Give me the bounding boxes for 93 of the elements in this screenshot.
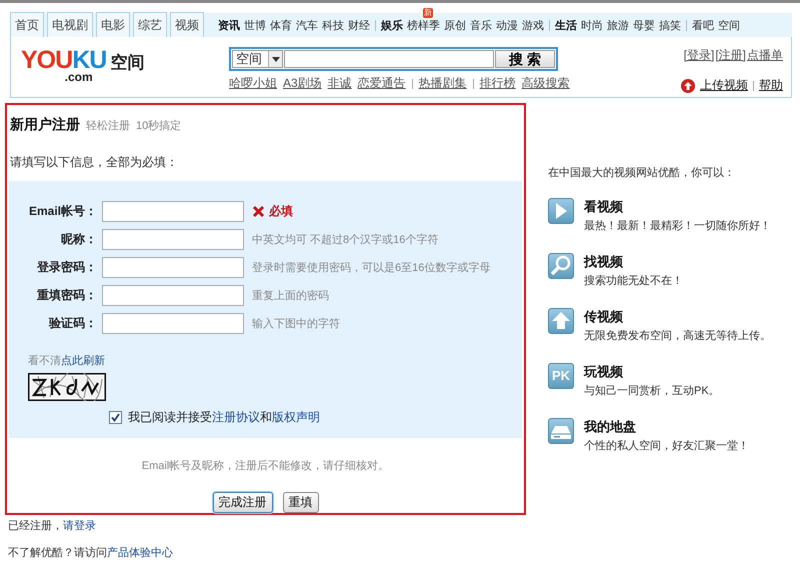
hot-link[interactable]: 哈啰小姐	[229, 75, 277, 92]
feature-title: 找视频	[584, 253, 624, 271]
agreement-link[interactable]: 注册协议	[212, 410, 260, 424]
new-badge: 新	[423, 8, 433, 18]
hot-link[interactable]: 排行榜	[480, 75, 516, 92]
channel-link[interactable]: 动漫	[496, 20, 518, 32]
channel-link[interactable]: 时尚	[581, 20, 603, 32]
field-label: Email帐号：	[28, 202, 97, 220]
field-label: 登录密码：	[36, 258, 97, 276]
feature-description: 无限免费发布空间，高速无等待上传。	[584, 328, 771, 343]
scope-dropdown[interactable]: 空间	[232, 50, 283, 68]
channel-link[interactable]: 体育	[270, 20, 292, 32]
channel-link[interactable]: 原创	[444, 20, 466, 32]
channel-link[interactable]: 资讯	[218, 20, 240, 32]
feature-title: 我的地盘	[584, 418, 637, 436]
error-x-icon	[252, 204, 265, 218]
field-hint: 重复上面的密码	[252, 288, 329, 302]
field-label: 验证码：	[48, 314, 97, 332]
pk-icon: PK	[548, 363, 574, 389]
agreement-text: 我已阅读并接受注册协议和版权声明	[128, 409, 320, 426]
input-field[interactable]	[102, 312, 244, 334]
footer-text: 已经注册，请登录	[8, 518, 97, 533]
field-hint: 中英文均可 不超过8个汉字或16个字符	[252, 232, 438, 246]
channel-link[interactable]: 搞笑	[659, 20, 681, 32]
feature-description: 最热！最新！最精彩！一切随你所好！	[584, 218, 771, 233]
form-title: 新用户注册	[10, 116, 80, 134]
channel-link[interactable]: 母婴	[633, 20, 655, 32]
field-hint: 登录时需要使用密码，可以是6至16位数字或字母	[252, 260, 490, 274]
channel-link[interactable]: 财经	[348, 20, 370, 32]
reset-button[interactable]: 重填	[282, 492, 318, 513]
submit-button[interactable]: 完成注册	[212, 492, 272, 513]
channel-link[interactable]: 汽车	[296, 20, 318, 32]
search-icon	[548, 253, 574, 279]
agreement-checkbox[interactable]	[109, 411, 122, 424]
form-instruction: 请填写以下信息，全部为必填：	[10, 154, 179, 171]
channel-link[interactable]: 音乐	[470, 20, 492, 32]
hot-link[interactable]: 非诚	[328, 75, 352, 92]
nav-tab[interactable]: 首页	[10, 12, 44, 37]
hot-link[interactable]: 热播剧集	[418, 75, 467, 92]
channel-link[interactable]: 空间	[718, 20, 740, 32]
help-link[interactable]: 帮助	[759, 77, 783, 94]
logo-wordmark: YOUKU	[21, 48, 106, 72]
caret-icon	[272, 56, 280, 62]
play-icon	[548, 198, 574, 224]
channel-link[interactable]: 娱乐	[381, 20, 403, 32]
channel-link[interactable]: 旅游	[607, 20, 629, 32]
channel-link[interactable]: 看吧	[692, 20, 714, 32]
channel-link[interactable]: 世博	[244, 20, 266, 32]
channel-link[interactable]: 榜样季	[407, 20, 440, 32]
search-input[interactable]	[284, 50, 494, 68]
footer-link[interactable]: 请登录	[63, 520, 96, 532]
field-label: 昵称：	[60, 230, 97, 248]
captcha-prompt: 看不清点此刷新	[28, 354, 106, 368]
nav-tab[interactable]: 综艺	[133, 12, 167, 37]
nav-tab[interactable]: 电影	[96, 12, 130, 37]
input-field[interactable]	[102, 256, 244, 278]
field-label: 重填密码：	[36, 286, 97, 304]
refresh-link[interactable]: 点此刷新	[61, 355, 105, 367]
search-button[interactable]: 搜 索	[495, 50, 555, 68]
hot-link[interactable]: 恋爱通告	[358, 75, 406, 92]
input-field[interactable]	[102, 200, 244, 222]
input-field[interactable]	[102, 284, 244, 306]
field-hint: 输入下图中的字符	[252, 316, 340, 330]
account-link[interactable]: 点播单	[747, 47, 783, 64]
feature-title: 传视频	[584, 308, 624, 326]
account-link[interactable]: [登录]	[684, 47, 714, 64]
error-message: 必填	[269, 202, 293, 220]
side-intro: 在中国最大的视频网站优酷，你可以：	[548, 166, 736, 180]
feature-description: 个性的私人空间，好友汇聚一堂！	[584, 438, 749, 453]
channel-link[interactable]: 生活	[555, 20, 577, 32]
upload-link[interactable]: 上传视频	[700, 77, 748, 94]
drive-icon	[548, 418, 574, 444]
logo-product-name: 空间	[110, 52, 144, 74]
nav-tab[interactable]: 视频	[170, 12, 204, 37]
nav-tab[interactable]: 电视剧	[47, 12, 93, 37]
feature-description: 搜索功能无处不在！	[584, 274, 683, 288]
channel-link[interactable]: 科技	[322, 20, 344, 32]
input-field[interactable]	[102, 228, 244, 250]
form-subtitle: 轻松注册	[86, 118, 130, 133]
feature-description: 与知己一同赏析，互动PK。	[584, 384, 720, 398]
footer-link[interactable]: 产品体验中心	[107, 547, 173, 559]
footer-text: 不了解优酷？请访问产品体验中心	[8, 546, 174, 560]
agreement-link[interactable]: 版权声明	[272, 410, 320, 424]
channel-link[interactable]: 游戏	[522, 20, 544, 32]
account-link[interactable]: [注册]	[715, 47, 746, 64]
feature-title: 看视频	[584, 198, 624, 216]
upload-icon	[681, 78, 695, 92]
hot-link[interactable]: A3剧场	[283, 75, 322, 92]
feature-title: 玩视频	[584, 363, 624, 381]
form-note: Email帐号及昵称，注册后不能修改，请仔细核对。	[140, 458, 390, 473]
logo-domain: .com	[64, 72, 93, 83]
form-subtitle: 10秒搞定	[136, 118, 182, 133]
hot-link[interactable]: 高级搜索	[522, 75, 570, 92]
